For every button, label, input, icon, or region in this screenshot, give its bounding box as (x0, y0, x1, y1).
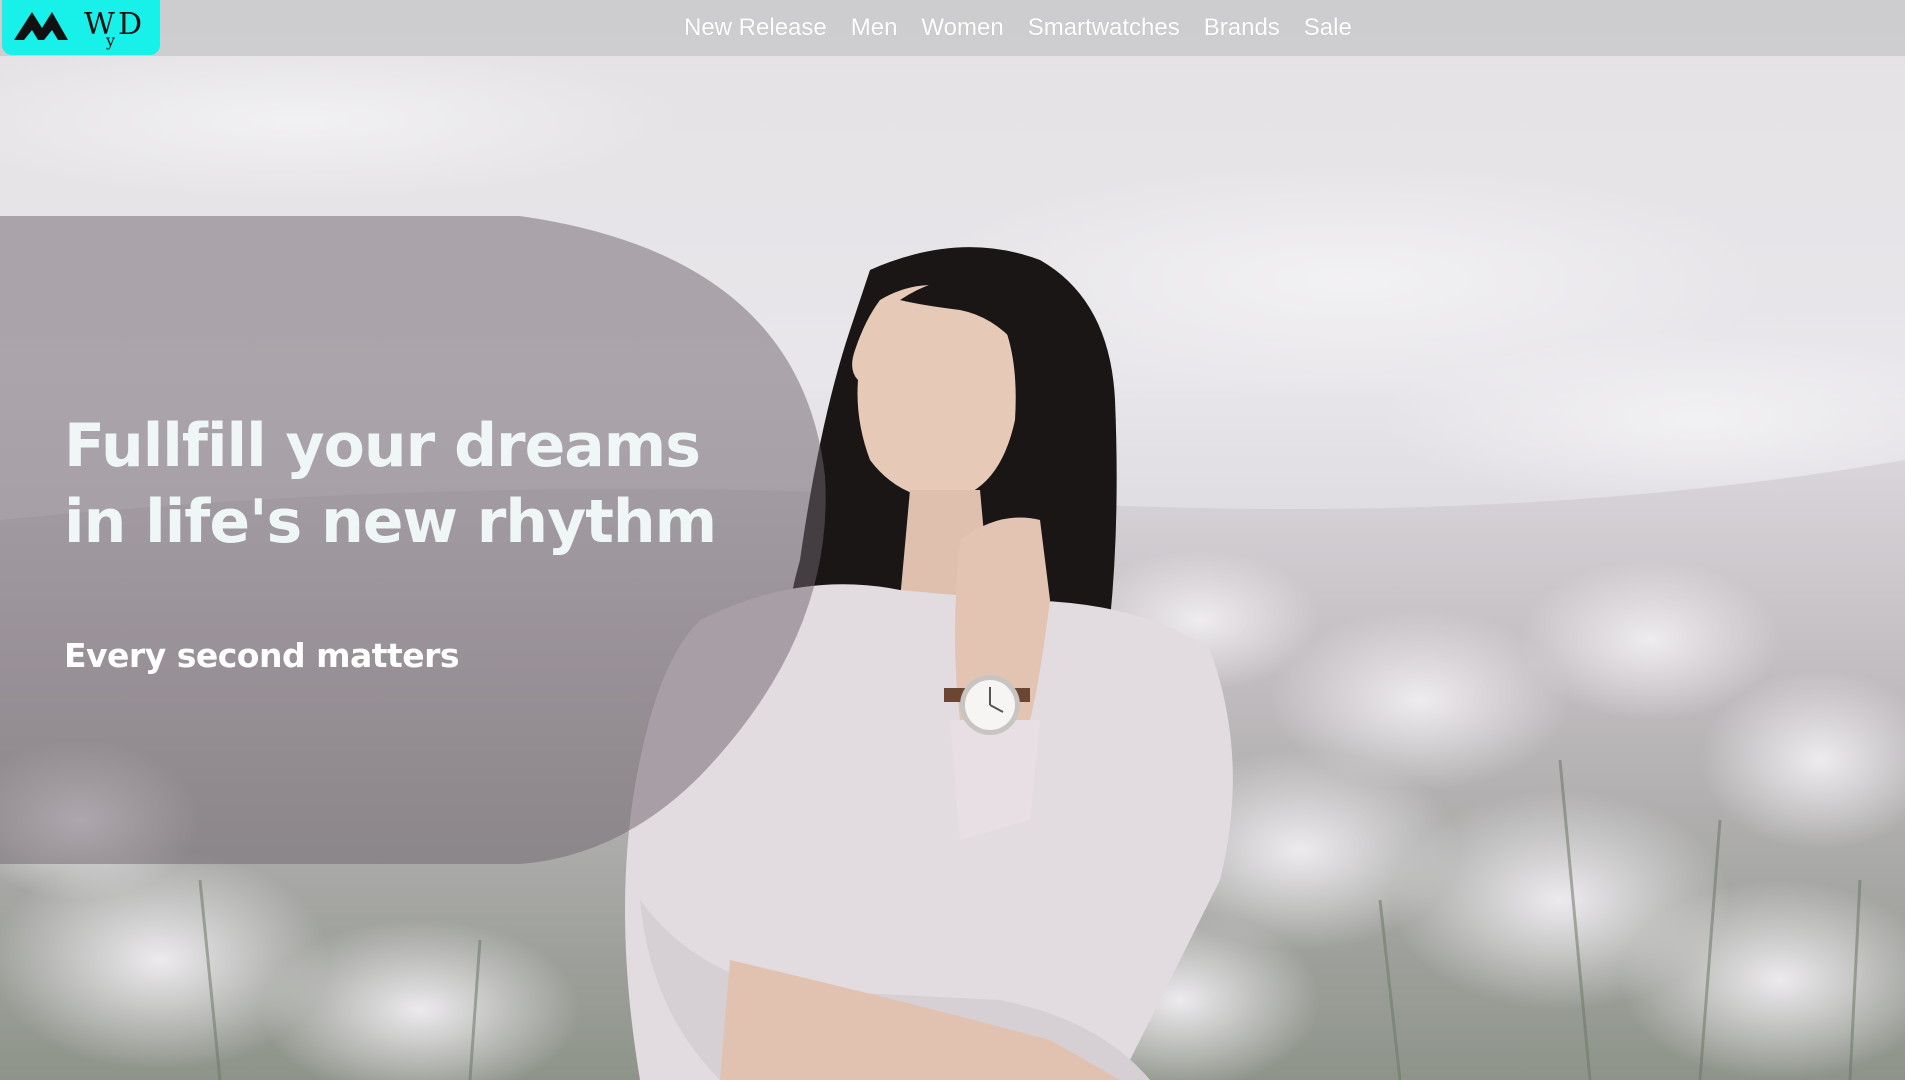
hero-headline: Fullfill your dreams in life's new rhyth… (64, 411, 717, 557)
svg-text:D: D (118, 7, 142, 42)
main-nav: New Release Men Women Smartwatches Brand… (672, 0, 1364, 56)
nav-item-brands[interactable]: Brands (1192, 14, 1292, 42)
top-navbar: W y D New Release Men Women Smartwatches… (0, 0, 1905, 56)
nav-item-men[interactable]: Men (839, 14, 910, 42)
brand-logo[interactable]: W y D (2, 0, 160, 55)
hero-tagline: Every second matters (64, 636, 460, 675)
svg-text:y: y (105, 31, 115, 50)
nav-item-women[interactable]: Women (909, 14, 1015, 42)
nav-item-sale[interactable]: Sale (1292, 14, 1364, 42)
page: W y D New Release Men Women Smartwatches… (0, 0, 1905, 1080)
nav-item-new-release[interactable]: New Release (672, 14, 839, 42)
nav-item-smartwatches[interactable]: Smartwatches (1016, 14, 1192, 42)
